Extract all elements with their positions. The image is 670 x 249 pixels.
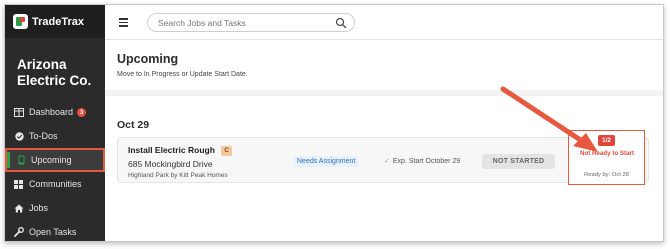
sidebar-item-label: Open Tasks	[29, 227, 77, 237]
sidebar-item-label: Jobs	[29, 203, 49, 213]
check-circle-icon	[14, 131, 24, 141]
task-title[interactable]: Install Electric Rough	[128, 145, 215, 155]
ready-by-date: Ready by: Oct 28	[584, 172, 629, 178]
dashboard-icon	[14, 107, 24, 117]
ready-status: Not Ready to Start	[580, 150, 634, 157]
page-subtitle: Move to In Progress or Update Start Date…	[117, 71, 248, 78]
readiness-indicator[interactable]: 1/2 Not Ready to Start Ready by: Oct 28	[568, 130, 645, 185]
expected-start: ✓ Exp. Start October 29	[384, 157, 460, 165]
expected-start-text: Exp. Start October 29	[392, 158, 461, 165]
app-window: TradeTrax Arizona Electric Co. Dashboard…	[4, 4, 664, 242]
sidebar-item-label: Dashboard	[29, 107, 74, 117]
search-box	[147, 13, 355, 32]
logo-bar[interactable]: TradeTrax	[5, 5, 105, 38]
mobile-icon	[16, 155, 26, 165]
top-bar	[105, 5, 663, 40]
sidebar-item-label: To-Dos	[29, 131, 58, 141]
sidebar-item-dashboard[interactable]: Dashboard 3	[5, 100, 105, 124]
check-icon: ✓	[384, 158, 390, 165]
home-icon	[14, 203, 24, 213]
sidebar-item-communities[interactable]: Communities	[5, 172, 105, 196]
date-heading: Oct 29	[117, 119, 150, 131]
task-community-builder: Highland Park by Kitt Peak Homes	[128, 172, 228, 179]
ready-count-badge: 1/2	[598, 135, 615, 146]
search-input[interactable]	[158, 17, 328, 29]
app-name: TradeTrax	[32, 15, 84, 28]
task-address: 685 Mockingbird Drive	[128, 159, 213, 169]
sidebar-item-open-tasks[interactable]: Open Tasks	[5, 220, 105, 241]
tradetrax-logo-icon	[13, 14, 28, 29]
task-title-row: Install Electric Rough C	[128, 145, 232, 156]
menu-icon[interactable]	[119, 18, 128, 27]
task-type-badge: C	[221, 146, 232, 156]
sidebar-item-label: Upcoming	[31, 155, 72, 165]
section-divider	[105, 90, 663, 96]
sidebar-item-jobs[interactable]: Jobs	[5, 196, 105, 220]
page-title: Upcoming	[117, 52, 179, 66]
sidebar: TradeTrax Arizona Electric Co. Dashboard…	[5, 5, 105, 241]
grid-icon	[14, 179, 24, 189]
notification-badge: 3	[77, 107, 87, 117]
sidebar-item-todos[interactable]: To-Dos	[5, 124, 105, 148]
sidebar-item-upcoming[interactable]: Upcoming	[5, 148, 105, 172]
needs-assignment-link[interactable]: Needs Assignment	[294, 156, 359, 167]
company-name: Arizona Electric Co.	[17, 57, 92, 88]
search-icon[interactable]	[335, 17, 347, 29]
wrench-icon	[14, 227, 24, 237]
status-button[interactable]: NOT STARTED	[482, 154, 555, 169]
sidebar-item-label: Communities	[29, 179, 82, 189]
sidebar-nav: Dashboard 3 To-Dos Upcoming Communities	[5, 100, 105, 241]
